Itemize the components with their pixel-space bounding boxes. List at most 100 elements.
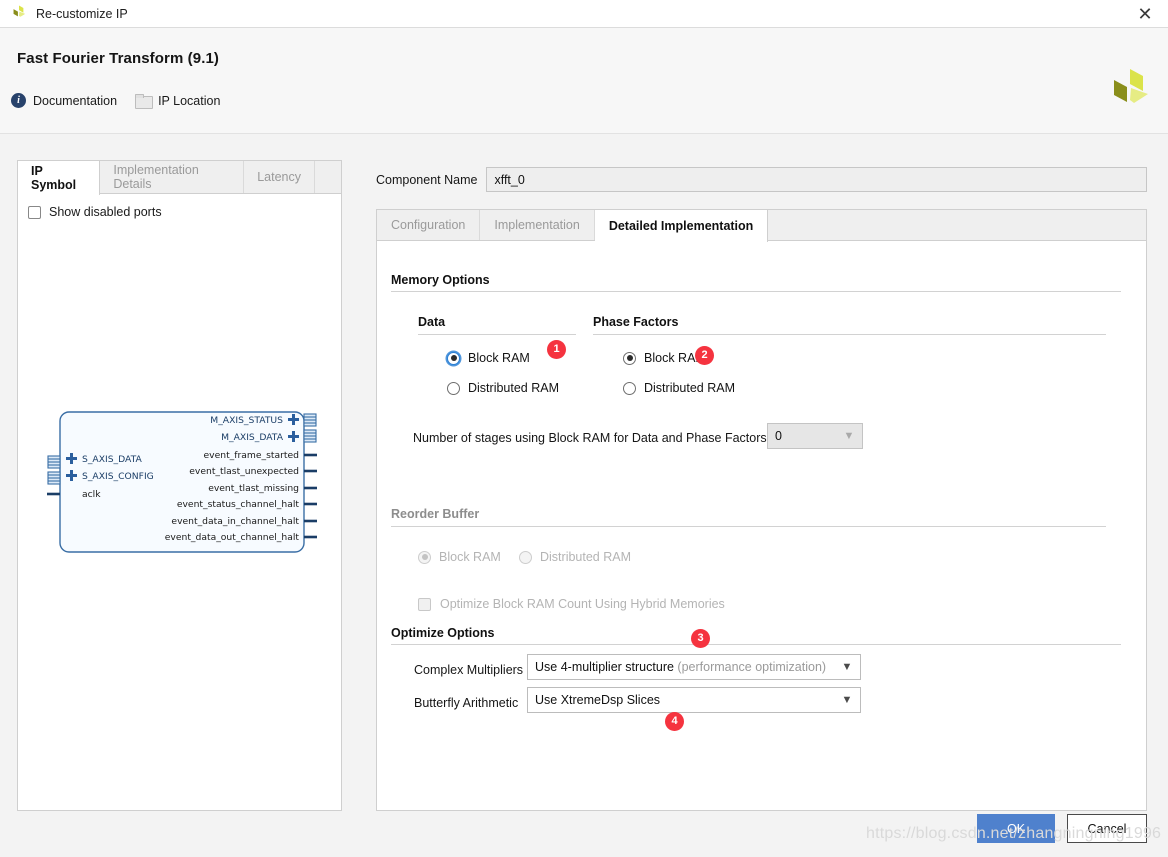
- stages-value: 0: [775, 429, 840, 443]
- phase-distributed-ram-radio-row[interactable]: Distributed RAM: [623, 381, 735, 395]
- stages-label: Number of stages using Block RAM for Dat…: [413, 431, 767, 445]
- close-icon[interactable]: ✕: [1122, 0, 1168, 28]
- folder-icon: [135, 94, 151, 107]
- info-icon: i: [11, 93, 26, 108]
- documentation-link[interactable]: i Documentation: [11, 93, 117, 108]
- svg-text:M_AXIS_DATA: M_AXIS_DATA: [221, 432, 284, 443]
- cancel-button[interactable]: Cancel: [1067, 814, 1147, 843]
- data-group-rule: [418, 334, 576, 335]
- annotation-badge-2: 2: [695, 346, 714, 365]
- annotation-badge-3: 3: [691, 629, 710, 648]
- xilinx-logo-icon: [11, 4, 27, 23]
- tab-implementation-details[interactable]: Implementation Details: [100, 161, 244, 193]
- reorder-block-ram-label: Block RAM: [439, 550, 501, 564]
- butterfly-arithmetic-combo[interactable]: Use XtremeDsp Slices ▼: [527, 687, 861, 713]
- data-group-title: Data: [418, 315, 445, 329]
- svg-text:S_AXIS_DATA: S_AXIS_DATA: [82, 454, 143, 465]
- tab-implementation[interactable]: Implementation: [480, 210, 594, 240]
- data-distributed-ram-label: Distributed RAM: [468, 381, 559, 395]
- reorder-block-ram-radio-row: Block RAM: [418, 550, 501, 564]
- show-disabled-ports-row[interactable]: Show disabled ports: [18, 194, 341, 219]
- svg-text:event_data_out_channel_halt: event_data_out_channel_halt: [165, 532, 300, 543]
- complex-multipliers-value: Use 4-multiplier structure (performance …: [535, 660, 838, 674]
- data-group-header: Data: [418, 315, 576, 335]
- annotation-badge-1: 1: [547, 340, 566, 359]
- dialog-body: IP Symbol Implementation Details Latency…: [0, 134, 1168, 857]
- svg-text:event_data_in_channel_halt: event_data_in_channel_halt: [171, 516, 299, 527]
- ip-symbol-diagram: S_AXIS_DATA S_AXIS_CONFIG aclk: [18, 406, 343, 566]
- component-name-label: Component Name: [376, 173, 477, 187]
- optimize-options-title: Optimize Options: [391, 626, 494, 640]
- phase-block-ram-radio-row[interactable]: Block RAM: [623, 351, 706, 365]
- reorder-block-ram-radio: [418, 551, 431, 564]
- svg-text:event_tlast_unexpected: event_tlast_unexpected: [189, 466, 299, 477]
- left-tab-filler: [315, 161, 341, 193]
- tab-detailed-implementation[interactable]: Detailed Implementation: [595, 210, 768, 242]
- ip-symbol-panel: IP Symbol Implementation Details Latency…: [17, 160, 342, 811]
- memory-options-title: Memory Options: [391, 273, 490, 287]
- reorder-distributed-ram-radio-row: Distributed RAM: [519, 550, 631, 564]
- complex-multipliers-value-main: Use 4-multiplier structure: [535, 660, 674, 674]
- ok-button[interactable]: OK: [977, 814, 1055, 843]
- detailed-implementation-content: Memory Options Data Block RAM Distribute…: [377, 241, 1146, 810]
- optimize-options-section-header: Optimize Options: [391, 626, 1121, 645]
- butterfly-arithmetic-value: Use XtremeDsp Slices: [535, 693, 838, 707]
- show-disabled-ports-label: Show disabled ports: [49, 205, 162, 219]
- data-block-ram-label: Block RAM: [468, 351, 530, 365]
- page-title: Fast Fourier Transform (9.1): [0, 50, 1168, 67]
- ip-location-label: IP Location: [158, 94, 220, 108]
- svg-text:M_AXIS_STATUS: M_AXIS_STATUS: [210, 415, 283, 426]
- data-distributed-ram-radio[interactable]: [447, 382, 460, 395]
- tab-ip-symbol[interactable]: IP Symbol: [18, 161, 100, 195]
- memory-options-section-header: Memory Options: [391, 273, 1121, 292]
- component-name-input[interactable]: xfft_0: [486, 167, 1147, 192]
- complex-multipliers-label: Complex Multipliers: [414, 663, 523, 677]
- hybrid-memories-checkbox: [418, 598, 431, 611]
- memory-options-rule: [391, 291, 1121, 292]
- stages-combo[interactable]: 0 ▼: [767, 423, 863, 449]
- ip-location-link[interactable]: IP Location: [135, 94, 220, 108]
- dialog-footer: OK Cancel: [977, 814, 1147, 843]
- data-block-ram-radio[interactable]: [447, 352, 460, 365]
- butterfly-arithmetic-label: Butterfly Arithmetic: [414, 696, 518, 710]
- phase-factors-group-rule: [593, 334, 1106, 335]
- left-tab-strip: IP Symbol Implementation Details Latency: [18, 161, 341, 194]
- tab-latency[interactable]: Latency: [244, 161, 315, 193]
- hybrid-memories-row: Optimize Block RAM Count Using Hybrid Me…: [418, 597, 725, 611]
- settings-panel: Configuration Implementation Detailed Im…: [376, 209, 1147, 811]
- chevron-down-icon: ▼: [840, 431, 862, 442]
- data-block-ram-radio-row[interactable]: Block RAM: [447, 351, 530, 365]
- tab-configuration[interactable]: Configuration: [377, 210, 480, 240]
- dialog-header: Fast Fourier Transform (9.1) i Documenta…: [0, 28, 1168, 134]
- window-titlebar: Re-customize IP ✕: [0, 0, 1168, 28]
- xilinx-logo-icon: [1110, 66, 1150, 110]
- right-tab-strip: Configuration Implementation Detailed Im…: [377, 210, 1146, 241]
- phase-factors-group-header: Phase Factors: [593, 315, 1106, 335]
- complex-multipliers-value-note: (performance optimization): [674, 660, 826, 674]
- svg-text:event_tlast_missing: event_tlast_missing: [208, 483, 299, 494]
- header-links: i Documentation IP Location: [0, 93, 1168, 108]
- reorder-buffer-title: Reorder Buffer: [391, 507, 479, 521]
- chevron-down-icon: ▼: [838, 662, 860, 673]
- phase-factors-group-title: Phase Factors: [593, 315, 678, 329]
- reorder-buffer-header: Reorder Buffer: [391, 507, 1106, 527]
- reorder-distributed-ram-radio: [519, 551, 532, 564]
- reorder-distributed-ram-label: Distributed RAM: [540, 550, 631, 564]
- svg-text:event_status_channel_halt: event_status_channel_halt: [177, 499, 300, 510]
- phase-distributed-ram-radio[interactable]: [623, 382, 636, 395]
- hybrid-memories-label: Optimize Block RAM Count Using Hybrid Me…: [440, 597, 725, 611]
- svg-text:event_frame_started: event_frame_started: [204, 450, 299, 461]
- chevron-down-icon: ▼: [838, 695, 860, 706]
- right-tab-filler: [768, 210, 1146, 240]
- component-name-row: Component Name xfft_0: [376, 167, 1147, 192]
- optimize-options-rule: [391, 644, 1121, 645]
- complex-multipliers-combo[interactable]: Use 4-multiplier structure (performance …: [527, 654, 861, 680]
- svg-text:aclk: aclk: [82, 489, 101, 500]
- documentation-label: Documentation: [33, 94, 117, 108]
- reorder-buffer-rule: [391, 526, 1106, 527]
- data-distributed-ram-radio-row[interactable]: Distributed RAM: [447, 381, 559, 395]
- annotation-badge-4: 4: [665, 712, 684, 731]
- show-disabled-ports-checkbox[interactable]: [28, 206, 41, 219]
- phase-block-ram-radio[interactable]: [623, 352, 636, 365]
- window-title: Re-customize IP: [36, 7, 128, 21]
